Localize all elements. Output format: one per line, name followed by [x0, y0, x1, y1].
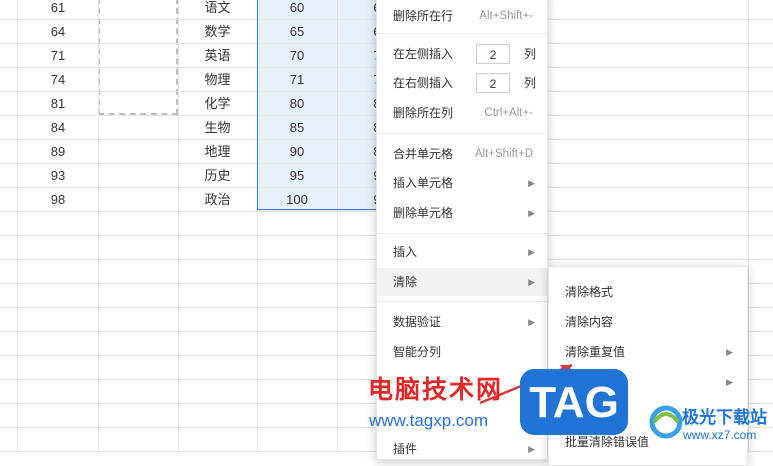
chevron-right-icon: ▶ — [528, 178, 535, 188]
menu-item-insert-left[interactable]: 在左侧插入 2 列 — [377, 40, 547, 68]
menu-item-label: 插件 — [393, 442, 418, 456]
cell-subject[interactable]: 政治 — [178, 188, 257, 212]
cell-id[interactable]: 93 — [18, 164, 98, 188]
menu-item-label: 清除 — [393, 275, 418, 289]
watermark-site-name: 电脑技术网 — [368, 376, 504, 404]
menu-item-merge-cells[interactable]: 合并单元格 Alt+Shift+D — [377, 140, 547, 168]
insert-left-count-input[interactable]: 2 — [476, 44, 510, 64]
cell-id[interactable]: 98 — [18, 188, 98, 212]
tag-logo-icon: TAG — [520, 369, 628, 435]
unit-label: 列 — [524, 47, 537, 61]
unit-label: 列 — [524, 76, 537, 90]
shortcut-text: Alt+Shift+D — [474, 148, 533, 160]
menu-separator — [377, 133, 547, 134]
cell-subject[interactable]: 英语 — [178, 44, 257, 68]
chevron-right-icon: ▶ — [726, 347, 733, 357]
cell-id[interactable]: 89 — [18, 140, 98, 164]
chevron-right-icon: ▶ — [726, 377, 733, 387]
chevron-right-icon: ▶ — [528, 444, 535, 454]
menu-item-label: 在左侧插入 — [393, 47, 454, 61]
menu-item-insert[interactable]: 插入 ▶ — [377, 238, 547, 266]
cell-id[interactable]: 71 — [18, 44, 98, 68]
cell-subject[interactable]: 化学 — [178, 92, 257, 116]
cell-id[interactable]: 64 — [18, 20, 98, 44]
menu-item-insert-cells[interactable]: 插入单元格 ▶ — [377, 169, 547, 197]
cell-id[interactable]: 81 — [18, 92, 98, 116]
cell-subject[interactable]: 物理 — [178, 68, 257, 92]
menu-item-label: 合并单元格 — [393, 147, 454, 161]
watermark-brand-name: 极光下载站 — [682, 408, 767, 427]
menu-item-plugin[interactable]: 插件 ▶ — [377, 435, 547, 463]
menu-separator — [377, 233, 547, 234]
chevron-right-icon: ▶ — [528, 317, 535, 327]
cell-subject[interactable]: 语文 — [178, 0, 257, 20]
chevron-right-icon: ▶ — [528, 277, 535, 287]
selection-border — [257, 0, 377, 210]
submenu-item-label: 清除格式 — [565, 285, 614, 299]
submenu-item-clear-format[interactable]: 清除格式 — [549, 277, 747, 307]
menu-item-label: 删除所在列 — [393, 106, 454, 120]
menu-item-label: 智能分列 — [393, 345, 442, 359]
submenu-item-label: 清除内容 — [565, 315, 614, 329]
menu-item-delete-cells[interactable]: 删除单元格 ▶ — [377, 199, 547, 227]
cell-subject[interactable]: 地理 — [178, 140, 257, 164]
menu-item-delete-col[interactable]: 删除所在列 Ctrl+Alt+- — [377, 99, 547, 127]
cell-id[interactable]: 74 — [18, 68, 98, 92]
menu-item-label: 删除单元格 — [393, 206, 454, 220]
menu-separator — [377, 301, 547, 302]
chevron-right-icon: ▶ — [528, 247, 535, 257]
menu-item-data-validation[interactable]: 数据验证 ▶ — [377, 308, 547, 336]
menu-item-label: 在右侧插入 — [393, 76, 454, 90]
watermark-site-url: www.tagxp.com — [369, 411, 489, 430]
copy-marquee — [98, 0, 178, 115]
cell-id[interactable]: 84 — [18, 116, 98, 140]
menu-separator — [377, 33, 547, 34]
menu-item-label: 插入单元格 — [393, 176, 454, 190]
chevron-right-icon: ▶ — [528, 208, 535, 218]
shortcut-text: Ctrl+Alt+- — [484, 107, 533, 119]
shortcut-text: Alt+Shift+- — [479, 10, 533, 22]
menu-item-delete-row[interactable]: 删除所在行 Alt+Shift+- — [377, 2, 547, 30]
cell-id[interactable]: 61 — [18, 0, 98, 20]
insert-right-count-input[interactable]: 2 — [476, 73, 510, 93]
submenu-item-clear-content[interactable]: 清除内容 — [549, 307, 747, 337]
cell-subject[interactable]: 数学 — [178, 20, 257, 44]
menu-item-label: 插入 — [393, 245, 418, 259]
cell-subject[interactable]: 生物 — [178, 116, 257, 140]
menu-item-label: 删除所在行 — [393, 9, 454, 23]
menu-item-insert-right[interactable]: 在右侧插入 2 列 — [377, 69, 547, 97]
tag-logo-text: TAG — [529, 378, 619, 427]
watermark-brand-url: www.xz7.com — [683, 428, 757, 442]
menu-item-clear[interactable]: 清除 ▶ — [377, 268, 547, 296]
cell-subject[interactable]: 历史 — [178, 164, 257, 188]
menu-item-label: 数据验证 — [393, 315, 442, 329]
